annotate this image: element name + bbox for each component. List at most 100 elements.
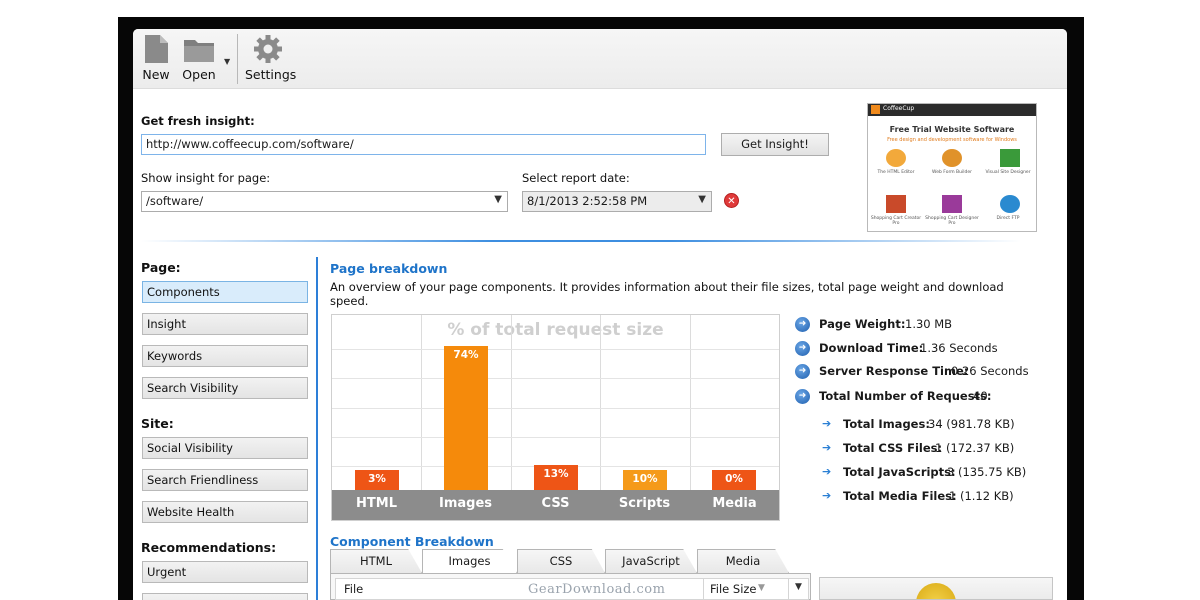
chart-gridline [600, 315, 601, 490]
arrow-right-icon: ➔ [822, 489, 832, 502]
product-icon [886, 149, 906, 167]
chart-bar: 10% [623, 470, 667, 490]
tab-css[interactable]: CSS [517, 549, 605, 573]
circle-arrow-icon: ➜ [795, 341, 810, 356]
page-select[interactable]: /software/ ▼ [141, 191, 508, 212]
gear-icon [254, 35, 282, 63]
column-divider [788, 579, 789, 599]
column-file[interactable]: File [344, 582, 363, 596]
chart-tick-label: HTML [356, 496, 397, 511]
chart-gridline [511, 315, 512, 490]
tab-html[interactable]: HTML [330, 549, 422, 573]
chart-gridline [332, 437, 779, 438]
new-label: New [142, 67, 170, 82]
download-time-value: 1.36 Seconds [920, 341, 998, 355]
website-thumbnail: CoffeeCup Free Trial Website Software Fr… [867, 103, 1037, 232]
sidebar-item-social-visibility[interactable]: Social Visibility [142, 437, 308, 459]
chart-tick-label: Scripts [618, 496, 671, 511]
circle-arrow-icon: ➜ [795, 317, 810, 332]
download-time-label: Download Time: [819, 341, 924, 355]
chart-gridline [332, 408, 779, 409]
page-weight-value: 1.30 MB [905, 317, 953, 331]
sidebar-item-partial[interactable] [142, 593, 308, 600]
chart-data-label: 0% [725, 473, 743, 485]
column-divider [703, 579, 704, 599]
server-response-value: 0.26 Seconds [951, 364, 1029, 378]
sidebar-item-urgent[interactable]: Urgent [142, 561, 308, 583]
server-response-label: Server Response Time: [819, 364, 969, 378]
product-icon [1000, 149, 1020, 167]
page-select-value: /software/ [146, 194, 204, 208]
chart-gridline [421, 315, 422, 490]
sidebar-page-heading: Page: [141, 260, 181, 275]
product-icon [1000, 195, 1020, 213]
date-select-label: Select report date: [522, 171, 630, 185]
sidebar-item-keywords[interactable]: Keywords [142, 345, 308, 367]
page-breakdown-title: Page breakdown [330, 261, 448, 276]
chart-tick-label: Media [712, 496, 757, 511]
product-icon [886, 195, 906, 213]
folder-icon [184, 40, 214, 62]
chart-bar: 3% [355, 470, 399, 490]
document-icon [145, 35, 168, 63]
toolbar: New Open ▼ Settings [133, 29, 1067, 89]
get-insight-button[interactable]: Get Insight! [721, 133, 829, 156]
chart-tick-label: Images [438, 496, 492, 511]
thumbnail-header: CoffeeCup [868, 104, 1036, 116]
settings-button[interactable]: Settings [245, 34, 296, 82]
chart-bar: 0% [712, 470, 756, 490]
thumbnail-product-label: Shopping Cart Designer Pro [925, 216, 979, 226]
tab-javascript[interactable]: JavaScript [605, 549, 697, 573]
sidebar-site-heading: Site: [141, 416, 174, 431]
settings-label: Settings [245, 67, 297, 82]
url-input[interactable]: http://www.coffeecup.com/software/ [141, 134, 706, 155]
total-media-value: 1 (1.12 KB) [949, 489, 1014, 503]
new-button[interactable]: New [141, 34, 171, 82]
chart-gridline [690, 315, 691, 490]
tab-media[interactable]: Media [697, 549, 789, 573]
chart-x-axis: HTML Images CSS Scripts Media [332, 490, 779, 520]
arrow-right-icon: ➔ [822, 417, 832, 430]
total-media-label: Total Media Files: [843, 489, 957, 503]
thumbnail-product-label: Visual Site Designer [985, 170, 1031, 175]
open-button[interactable]: Open [181, 34, 217, 82]
sidebar-item-search-visibility[interactable]: Search Visibility [142, 377, 308, 399]
chart-tick-label: CSS [541, 496, 570, 511]
sidebar-item-insight[interactable]: Insight [142, 313, 308, 335]
chart-gridline [332, 378, 779, 379]
total-css-value: 1 (172.37 KB) [935, 441, 1015, 455]
tab-images[interactable]: Images [422, 549, 517, 573]
chart-data-label: 13% [543, 468, 569, 480]
open-label: Open [182, 67, 216, 82]
scroll-down-icon[interactable]: ▼ [795, 582, 802, 592]
arrow-right-icon: ➔ [822, 441, 832, 454]
total-requests-label: Total Number of Requests: [819, 389, 992, 403]
chevron-down-icon: ▼ [698, 194, 706, 205]
delete-icon[interactable]: ✕ [724, 193, 739, 208]
chevron-down-icon: ▼ [494, 194, 502, 205]
circle-arrow-icon: ➜ [795, 389, 810, 404]
thumbnail-product-label: Direct FTP [996, 216, 1020, 221]
date-select[interactable]: 8/1/2013 2:52:58 PM ▼ [522, 191, 712, 212]
arrow-right-icon: ➔ [822, 465, 832, 478]
total-images-label: Total Images: [843, 417, 930, 431]
total-requests-value: 40 [973, 389, 988, 403]
preview-image [916, 583, 956, 599]
chart-data-label: 10% [632, 473, 658, 485]
total-css-label: Total CSS Files: [843, 441, 943, 455]
sort-down-icon: ▼ [758, 583, 765, 593]
total-js-value: 3 (135.75 KB) [947, 465, 1027, 479]
column-file-size[interactable]: File Size [710, 582, 757, 596]
chart-title: % of total request size [447, 320, 664, 340]
thumbnail-headline: Free Trial Website Software [889, 125, 1015, 134]
app-window: New Open ▼ Settings Get fresh insight: h… [133, 29, 1067, 600]
request-size-chart: % of total request size 3% 74% 13% 10% 0% HTM… [331, 314, 780, 521]
section-divider [141, 240, 1021, 242]
sidebar-item-website-health[interactable]: Website Health [142, 501, 308, 523]
sidebar-item-search-friendliness[interactable]: Search Friendliness [142, 469, 308, 491]
chart-data-label: 3% [368, 473, 386, 485]
watermark: GearDownload.com [528, 582, 666, 597]
sidebar-item-components[interactable]: Components [142, 281, 308, 303]
open-dropdown-icon[interactable]: ▼ [224, 57, 230, 66]
thumbnail-product-label: Shopping Cart Creator Pro [870, 216, 922, 226]
